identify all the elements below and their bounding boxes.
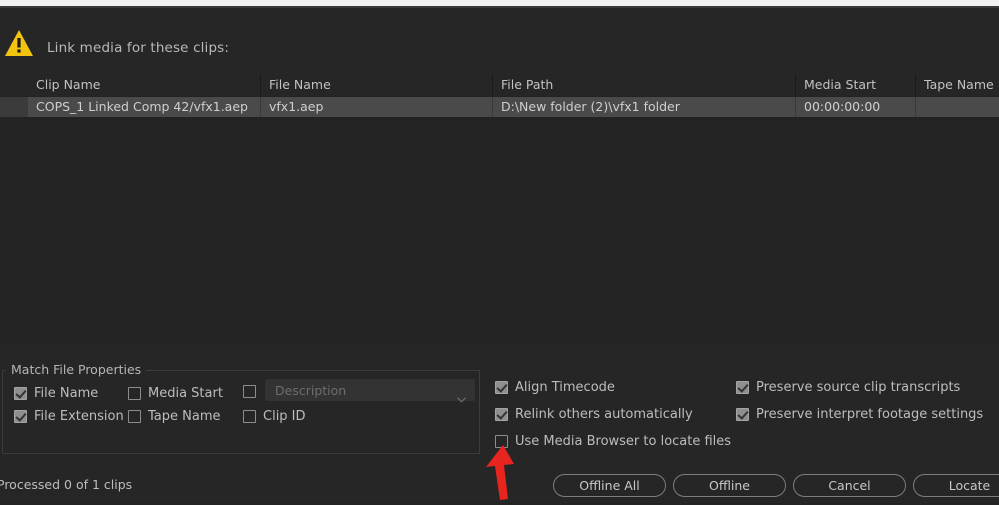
checkbox-box (495, 408, 508, 421)
description-select[interactable]: Description (265, 379, 475, 403)
checkbox-box (128, 410, 141, 423)
checkbox-label: Tape Name (148, 409, 221, 424)
checkbox-box (736, 408, 749, 421)
offline-button[interactable]: Offline (673, 474, 786, 497)
checkbox-box (14, 387, 27, 400)
checkbox-label: Relink others automatically (515, 407, 693, 422)
checkbox-media-start[interactable]: Media Start (128, 387, 223, 400)
dialog-header: Link media for these clips: (0, 8, 999, 74)
checkbox-label: Use Media Browser to locate files (515, 434, 732, 449)
checkbox-box (495, 381, 508, 394)
checkbox-align-timecode[interactable]: Align Timecode (495, 381, 615, 394)
checkbox-label: File Name (34, 386, 99, 401)
column-header-tape-name[interactable]: Tape Name (915, 74, 999, 96)
checkbox-tape-name[interactable]: Tape Name (128, 410, 221, 423)
checkbox-box (14, 410, 27, 423)
checkbox-box (243, 385, 256, 398)
warning-triangle-icon (4, 29, 34, 57)
status-text: Processed 0 of 1 clips (0, 477, 133, 492)
match-file-properties-title: Match File Properties (6, 362, 147, 377)
checkbox-use-media-browser[interactable]: Use Media Browser to locate files (495, 435, 731, 448)
checkbox-relink-others-automatically[interactable]: Relink others automatically (495, 408, 693, 421)
offline-all-button[interactable]: Offline All (553, 474, 666, 497)
checkbox-label: Align Timecode (515, 380, 615, 395)
checkbox-box (736, 381, 749, 394)
checkbox-clip-id[interactable]: Clip ID (243, 410, 306, 423)
checkbox-file-name[interactable]: File Name (14, 387, 98, 400)
cell-file-name: vfx1.aep (260, 97, 492, 117)
column-header-clip-name[interactable]: Clip Name (28, 74, 260, 96)
column-header-file-path[interactable]: File Path (492, 74, 795, 96)
clip-list: Clip Name File Name File Path Media Star… (0, 74, 999, 344)
checkbox-label: Media Start (148, 386, 223, 401)
clip-list-header: Clip Name File Name File Path Media Star… (0, 74, 999, 96)
chevron-down-icon (457, 388, 466, 403)
link-media-dialog: Link media for these clips: Clip Name Fi… (0, 0, 999, 503)
checkbox-box (495, 435, 508, 448)
table-row[interactable]: COPS_1 Linked Comp 42/vfx1.aep vfx1.aep … (0, 97, 999, 117)
checkbox-preserve-interpret-footage-settings[interactable]: Preserve interpret footage settings (736, 408, 983, 421)
column-header-media-start[interactable]: Media Start (795, 74, 915, 96)
locate-button[interactable]: Locate (913, 474, 999, 497)
cell-file-path: D:\New folder (2)\vfx1 folder (492, 97, 795, 117)
options-panel: Match File Properties File Name File Ext… (0, 344, 999, 469)
checkbox-label: Preserve interpret footage settings (756, 407, 984, 422)
checkbox-file-extension[interactable]: File Extension (14, 410, 124, 423)
dialog-footer: Processed 0 of 1 clips Offline All Offli… (0, 469, 999, 503)
row-gutter (0, 97, 28, 117)
checkbox-label: File Extension (34, 409, 124, 424)
checkbox-box (128, 387, 141, 400)
cell-tape-name (915, 97, 999, 117)
cell-media-start: 00:00:00:00 (795, 97, 915, 117)
checkbox-label: Clip ID (263, 409, 306, 424)
clip-list-empty-area (0, 117, 999, 344)
cell-clip-name: COPS_1 Linked Comp 42/vfx1.aep (36, 99, 248, 114)
description-select-value: Description (275, 383, 347, 398)
checkbox-box (243, 410, 256, 423)
checkbox-preserve-source-clip-transcripts[interactable]: Preserve source clip transcripts (736, 381, 960, 394)
cancel-button[interactable]: Cancel (793, 474, 906, 497)
dialog-message: Link media for these clips: (47, 40, 230, 56)
column-header-file-name[interactable]: File Name (260, 74, 492, 96)
checkbox-label: Preserve source clip transcripts (756, 380, 961, 395)
checkbox-description[interactable] (243, 385, 263, 398)
